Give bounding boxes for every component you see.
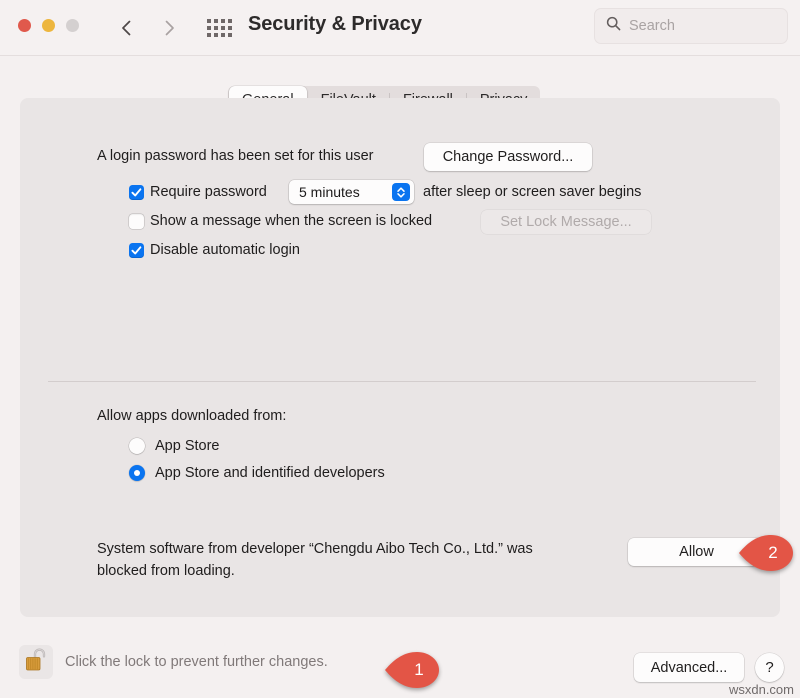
change-password-button[interactable]: Change Password... (424, 143, 592, 171)
require-password-delay-select[interactable]: 5 minutes (289, 180, 414, 204)
minimize-button[interactable] (42, 19, 55, 32)
login-password-status-text: A login password has been set for this u… (97, 148, 374, 164)
require-password-label: Require password (150, 184, 267, 200)
lock-status-note: Click the lock to prevent further change… (65, 654, 328, 670)
search-field[interactable] (594, 8, 788, 44)
unlocked-padlock-icon (24, 647, 48, 678)
blocked-notice-line-2: blocked from loading. (97, 563, 235, 579)
require-password-suffix-label: after sleep or screen saver begins (423, 184, 642, 200)
close-button[interactable] (18, 19, 31, 32)
annotation-marker-1-number: 1 (414, 660, 424, 679)
watermark-text: wsxdn.com (728, 682, 794, 697)
help-button[interactable]: ? (755, 653, 784, 682)
disable-automatic-login-checkbox[interactable] (129, 243, 144, 258)
zoom-button[interactable] (66, 19, 79, 32)
annotation-marker-2: 2 (737, 533, 795, 573)
advanced-button[interactable]: Advanced... (634, 653, 744, 682)
show-lock-message-label: Show a message when the screen is locked (150, 213, 433, 229)
annotation-marker-2-number: 2 (768, 543, 778, 562)
section-divider (48, 381, 756, 382)
forward-button[interactable] (157, 14, 183, 42)
require-password-checkbox[interactable] (129, 185, 144, 200)
radio-app-store-and-identified-developers-label: App Store and identified developers (155, 465, 385, 481)
window-toolbar: Security & Privacy (0, 0, 800, 56)
preferences-window: Security & Privacy General FileVault Fir… (0, 0, 800, 698)
blocked-notice-line-1: System software from developer “Chengdu … (97, 541, 533, 557)
chevron-right-icon (164, 19, 176, 37)
search-input[interactable] (629, 18, 769, 34)
search-icon (606, 16, 621, 36)
chevron-updown-icon[interactable] (392, 183, 410, 201)
radio-app-store-label: App Store (155, 438, 220, 454)
radio-app-store[interactable] (129, 438, 145, 454)
disable-automatic-login-label: Disable automatic login (150, 242, 300, 258)
annotation-marker-1: 1 (383, 650, 441, 690)
show-all-grid-icon[interactable] (205, 16, 233, 40)
show-lock-message-checkbox[interactable] (129, 214, 144, 229)
page-title: Security & Privacy (248, 13, 422, 35)
allow-apps-heading: Allow apps downloaded from: (97, 408, 287, 424)
radio-app-store-and-identified-developers[interactable] (129, 465, 145, 481)
back-button[interactable] (113, 14, 139, 42)
require-password-delay-value: 5 minutes (299, 184, 360, 200)
chevron-left-icon (120, 19, 132, 37)
set-lock-message-button[interactable]: Set Lock Message... (481, 210, 651, 234)
lock-button[interactable] (19, 645, 53, 679)
